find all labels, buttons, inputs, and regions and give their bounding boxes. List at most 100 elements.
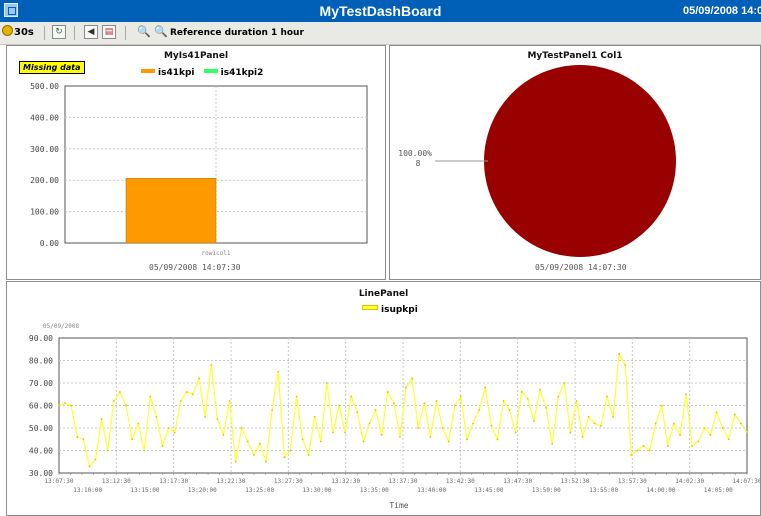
pie-panel: MyTestPanel1 Col1 100.00% 8 05/09/2008 14… (389, 45, 761, 280)
series-isupkpi-point (447, 440, 450, 443)
pie-slice-percent: 100.00% (398, 149, 432, 158)
series-isupkpi-point (648, 449, 651, 452)
series-isupkpi-point (733, 413, 736, 416)
clock-icon (2, 25, 13, 36)
reference-duration-label: Reference duration 1 hour (170, 28, 304, 38)
series-isupkpi-point (587, 415, 590, 418)
series-isupkpi-point (228, 400, 231, 402)
line-x-tick-label: 13:15:00 (131, 487, 160, 494)
series-isupkpi-point (508, 409, 511, 411)
series-isupkpi-point (624, 364, 627, 366)
series-isupkpi-point (161, 445, 164, 447)
series-isupkpi-point (606, 395, 608, 398)
series-isupkpi-point (490, 424, 493, 427)
series-isupkpi-point (466, 438, 468, 441)
series-isupkpi-point (58, 404, 60, 407)
line-x-tick-label: 14:07:30 (733, 478, 760, 485)
title-bar: MyTestDashBoard 05/09/2008 14:07:5 (0, 0, 761, 22)
refresh-icon[interactable]: ↻ (52, 25, 66, 39)
series-isupkpi-point (514, 431, 517, 434)
line-x-tick-label: 13:50:00 (532, 487, 561, 494)
series-isupkpi-point (332, 431, 334, 434)
document-icon[interactable]: ▤ (102, 25, 116, 39)
series-isupkpi-point (277, 370, 280, 373)
series-isupkpi-point (666, 445, 669, 447)
series-isupkpi-point (167, 427, 170, 429)
series-isupkpi-point (350, 395, 353, 398)
series-isupkpi-point (143, 449, 146, 452)
first-page-icon[interactable]: ◀ (84, 25, 98, 39)
line-chart: 05/09/2008 30.00 40.00 50.00 60.00 70.00 80.00… (29, 323, 760, 510)
series-isupkpi-point (155, 415, 158, 418)
line-x-tick-label: 13:07:30 (45, 478, 74, 485)
series-isupkpi-point (192, 393, 194, 396)
bar-timestamp: 05/09/2008 14:07:30 (149, 263, 241, 272)
refresh-interval-button[interactable]: 30s (2, 25, 34, 41)
series-isupkpi-point (435, 400, 438, 402)
pie-chart: 100.00%8 (398, 65, 676, 257)
line-x-tick-label: 13:10:00 (73, 487, 102, 494)
series-isupkpi-point (240, 427, 243, 429)
bar-y-tick-label: 400.00 (30, 113, 59, 122)
zoom-in-icon[interactable]: 🔍 (137, 25, 151, 41)
series-isupkpi-point (246, 440, 249, 443)
line-y-tick-label: 90.00 (29, 334, 53, 343)
toolbar-separator (74, 26, 75, 40)
series-isupkpi-point (125, 404, 127, 407)
series-isupkpi-point (380, 433, 383, 436)
bar-panel: MyIs41Panel Missing data is41kpi is41kpi… (6, 45, 386, 280)
series-isupkpi-point (265, 460, 267, 463)
series-isupkpi-point (356, 411, 359, 414)
series-isupkpi-point (441, 427, 444, 429)
series-isupkpi-point (271, 409, 273, 411)
zoom-out-icon[interactable]: 🔍 (154, 25, 168, 41)
line-y-tick-label: 60.00 (29, 402, 53, 411)
line-x-tick-label: 13:20:00 (188, 487, 217, 494)
series-isupkpi-point (368, 422, 371, 425)
series-isupkpi-point (679, 433, 681, 436)
series-isupkpi-point (691, 445, 694, 447)
series-isupkpi-point (526, 397, 529, 400)
series-isupkpi-point (179, 400, 182, 402)
series-isupkpi-point (557, 395, 560, 398)
series-isupkpi-point (362, 440, 365, 443)
series-isupkpi-point (636, 449, 639, 452)
series-isupkpi-point (399, 436, 401, 438)
series-isupkpi-point (715, 411, 718, 414)
series-isupkpi-point (70, 404, 73, 407)
line-x-tick-label: 13:27:30 (274, 478, 303, 485)
series-isupkpi-point (344, 431, 347, 434)
series-isupkpi-point (709, 433, 712, 436)
series-isupkpi-point (660, 404, 663, 407)
line-x-tick-label: 13:52:30 (561, 478, 590, 485)
line-x-tick-label: 13:12:30 (102, 478, 131, 485)
series-isupkpi-point (326, 382, 328, 384)
series-isupkpi-point (453, 404, 456, 407)
line-x-tick-label: 13:22:30 (217, 478, 246, 485)
series-isupkpi-point (642, 445, 645, 447)
series-isupkpi-point (173, 431, 176, 434)
series-isupkpi-point (618, 352, 620, 355)
series-isupkpi-point (673, 422, 675, 425)
series-isupkpi-point (112, 400, 115, 402)
series-isupkpi-point (459, 395, 462, 398)
series-isupkpi-point (88, 465, 91, 468)
bar-y-tick-label: 0.00 (40, 239, 59, 248)
series-isupkpi-point (703, 427, 706, 429)
series-isupkpi-point (746, 431, 748, 434)
series-isupkpi-point (204, 415, 207, 418)
series-isupkpi-point (563, 382, 566, 384)
series-isupkpi-point (496, 438, 499, 441)
series-isupkpi-point (721, 427, 724, 429)
line-y-tick-label: 50.00 (29, 424, 53, 433)
series-isupkpi-point (216, 418, 219, 420)
line-x-tick-label: 13:45:00 (475, 487, 504, 494)
series-isupkpi-point (423, 402, 426, 405)
line-x-tick-label: 14:02:30 (675, 478, 704, 485)
line-x-tick-label: 13:42:30 (446, 478, 475, 485)
series-isupkpi-point (198, 377, 200, 380)
line-x-tick-label: 13:47:30 (503, 478, 532, 485)
series-isupkpi-point (259, 442, 261, 445)
window-title: MyTestDashBoard (319, 3, 442, 19)
pie-timestamp: 05/09/2008 14:07:30 (535, 263, 627, 272)
